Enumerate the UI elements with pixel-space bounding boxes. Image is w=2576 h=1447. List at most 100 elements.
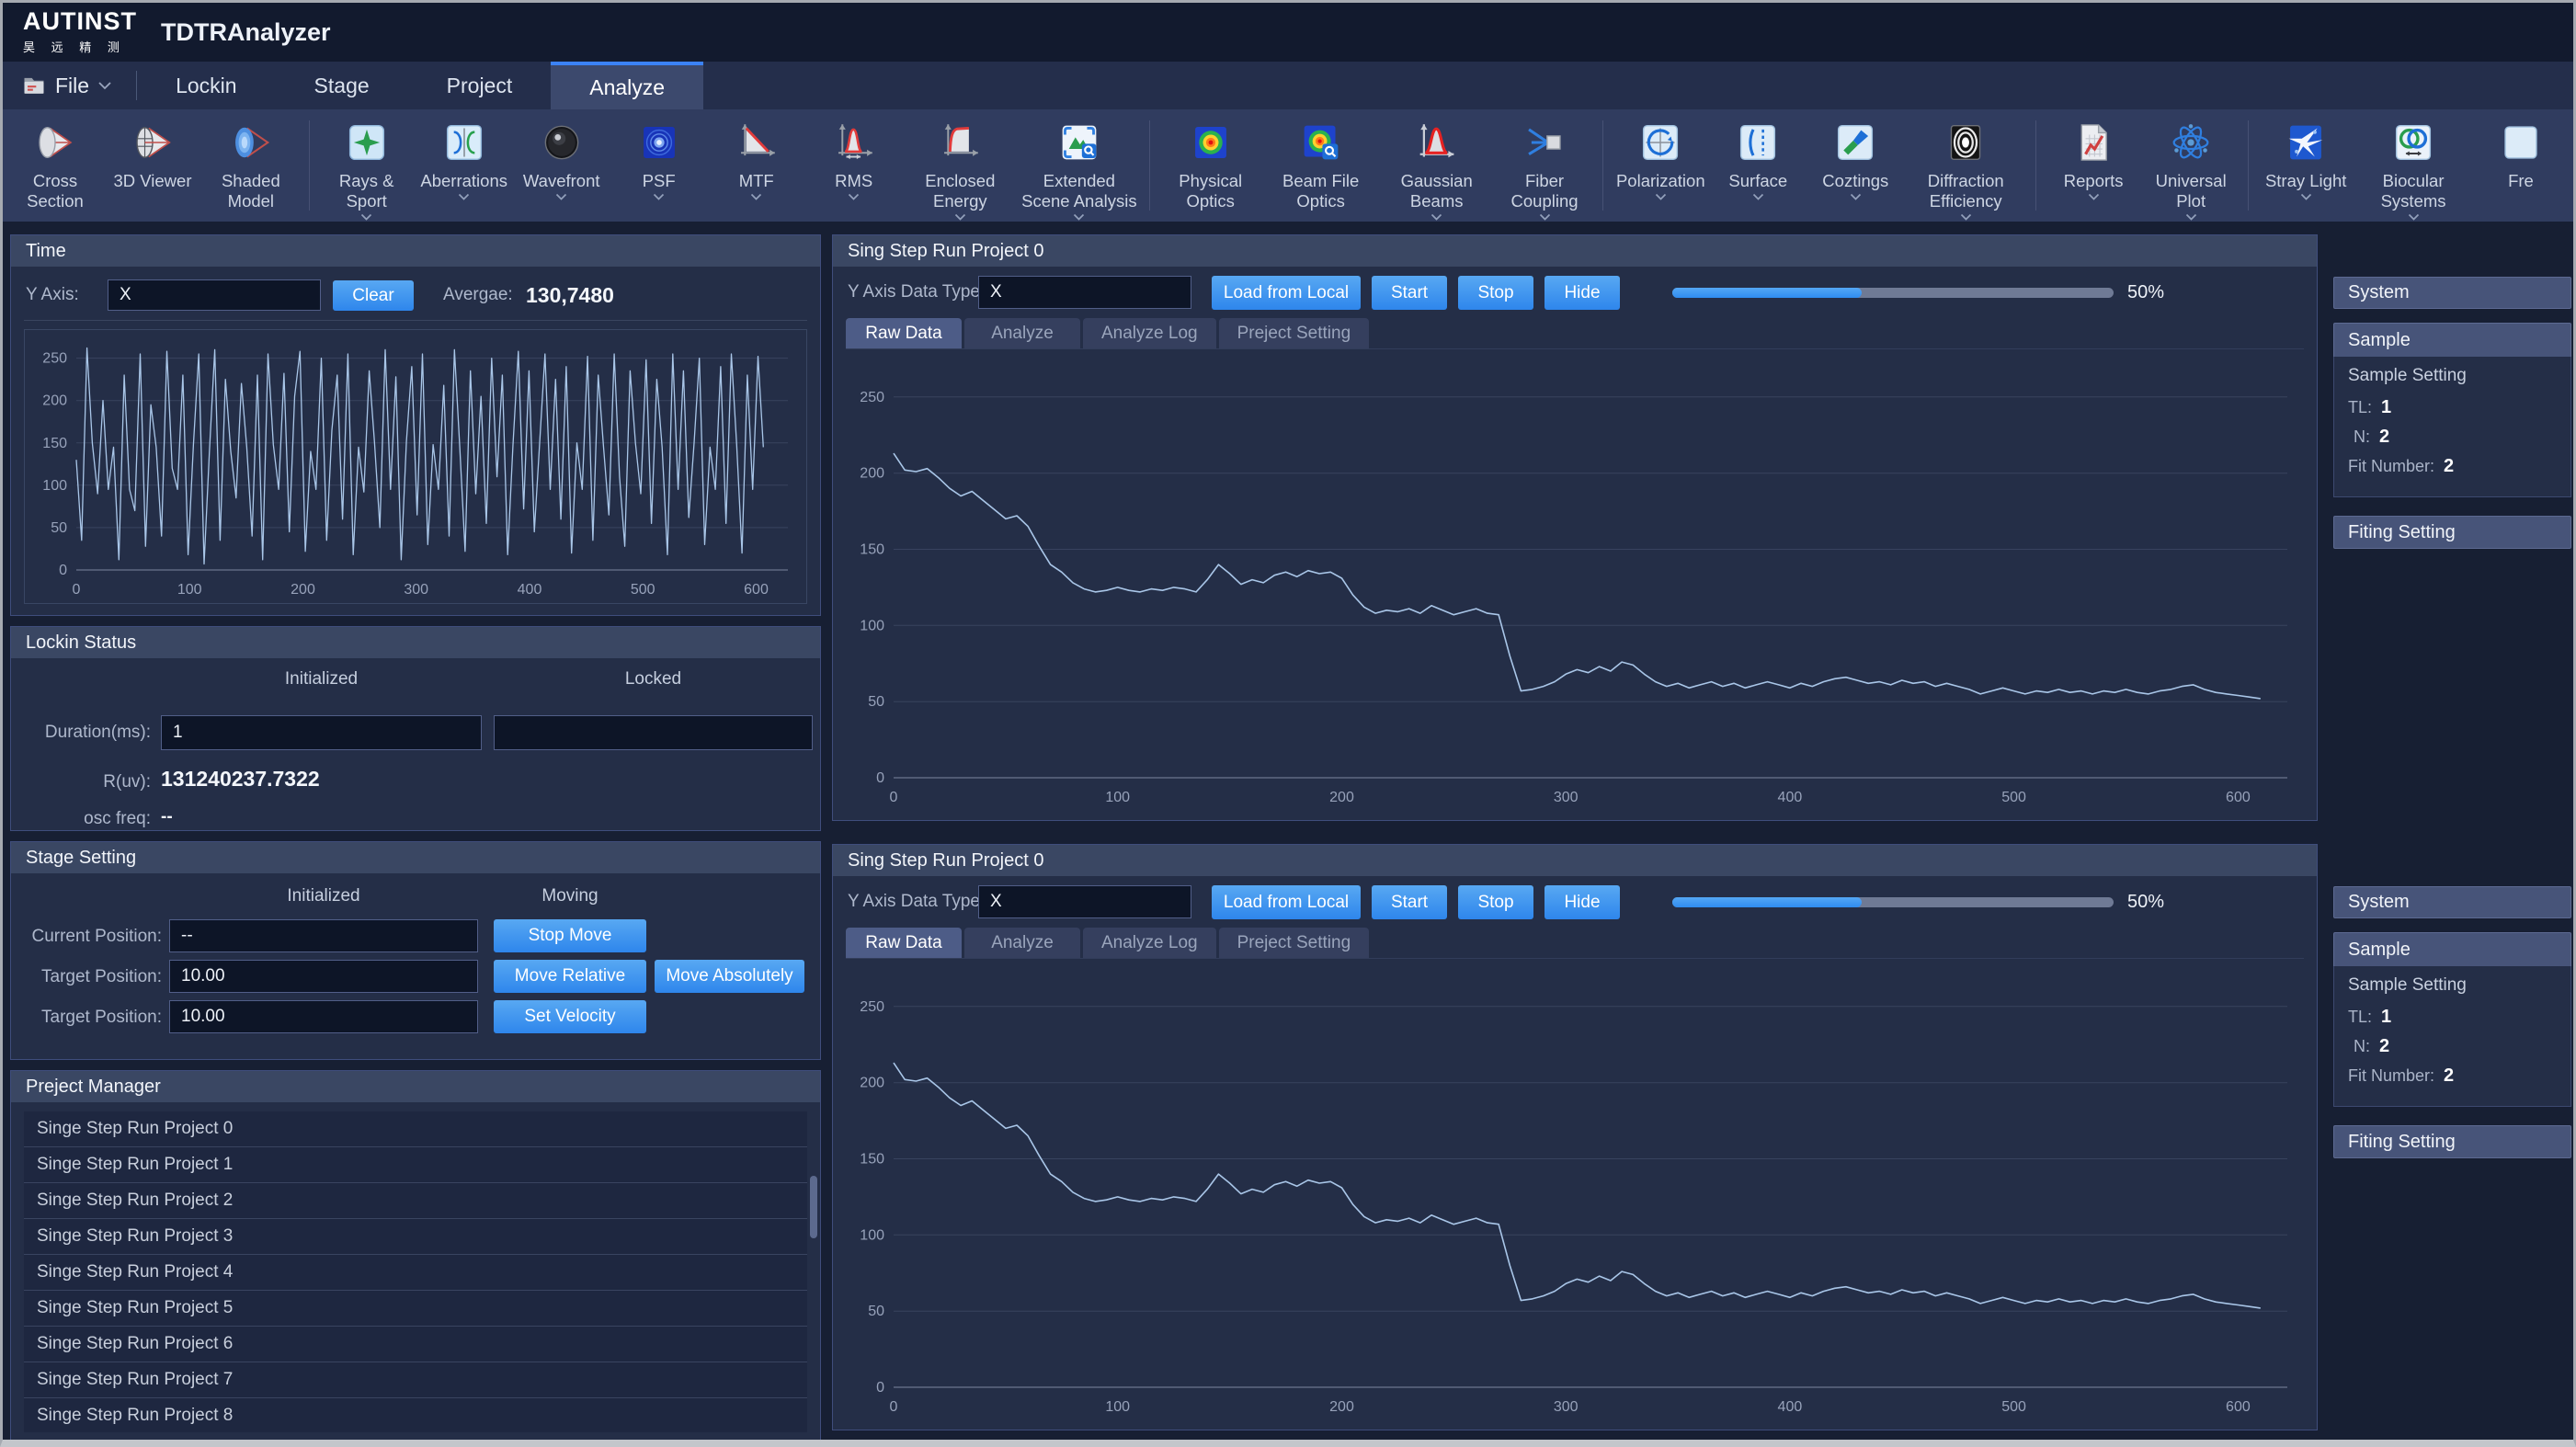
toolbar-item-polarization[interactable]: Polarization (1614, 119, 1706, 200)
load-from-local-button[interactable]: Load from Local (1212, 885, 1361, 919)
svg-text:200: 200 (42, 393, 67, 409)
tab-preject-setting[interactable]: Preject Setting (1219, 318, 1370, 348)
toolbar-item-fre[interactable]: Fre (2475, 119, 2567, 191)
sidebar-item-fiting-setting[interactable]: Fiting Setting (2333, 516, 2571, 549)
toolbar-item-surface[interactable]: Surface (1712, 119, 1804, 200)
toolbar-item-3d-viewer[interactable]: 3D Viewer (107, 119, 199, 191)
toolbar-item-aberrations[interactable]: Aberrations (418, 119, 510, 200)
svg-text:500: 500 (2001, 1399, 2026, 1415)
load-from-local-button[interactable]: Load from Local (1212, 276, 1361, 310)
sidebar-item-fiting-setting[interactable]: Fiting Setting (2333, 1125, 2571, 1158)
svg-text:250: 250 (860, 390, 884, 405)
sidebar-item-system[interactable]: System (2333, 886, 2571, 918)
current-position-input[interactable] (169, 919, 478, 952)
toolbar-item-physical-optics[interactable]: Physical Optics (1161, 119, 1260, 211)
target-position-input-2[interactable] (169, 1000, 478, 1033)
progress-bar[interactable] (1672, 897, 2114, 907)
move-relative-button[interactable]: Move Relative (494, 960, 646, 993)
sidebar-item-sample[interactable]: Sample (2333, 932, 2571, 966)
toolbar-item-psf[interactable]: PSF (613, 119, 705, 200)
tab-analyze-log[interactable]: Analyze Log (1083, 928, 1216, 958)
toolbar-item-beam-file[interactable]: Beam File Optics (1266, 119, 1376, 211)
hide-button[interactable]: Hide (1544, 276, 1620, 310)
y-axis-input[interactable] (108, 279, 321, 311)
toolbar-separator (1602, 120, 1603, 211)
toolbar-item-universal-plot[interactable]: Universal Plot (2145, 119, 2237, 221)
progress-bar[interactable] (1672, 288, 2114, 298)
hide-button[interactable]: Hide (1544, 885, 1620, 919)
project-tabs: Raw DataAnalyzeAnalyze LogPreject Settin… (846, 318, 2304, 349)
tab-raw-data[interactable]: Raw Data (846, 318, 962, 348)
toolbar-item-rms[interactable]: RMS (808, 119, 900, 200)
svg-text:300: 300 (1554, 790, 1579, 805)
toolbar-item-rays-sport[interactable]: Rays & Sport (321, 119, 413, 221)
list-item[interactable]: Singe Step Run Project 5 (24, 1291, 807, 1327)
target-position-input-1[interactable] (169, 960, 478, 993)
tab-analyze-log[interactable]: Analyze Log (1083, 318, 1216, 348)
list-item[interactable]: Singe Step Run Project 7 (24, 1362, 807, 1398)
toolbar-item-coztings[interactable]: Coztings (1809, 119, 1901, 200)
duration-label: Duration(ms): (11, 723, 151, 743)
diffraction-icon (1943, 119, 1988, 166)
enclosed-energy-icon (938, 119, 982, 166)
clear-button[interactable]: Clear (333, 280, 414, 311)
list-item[interactable]: Singe Step Run Project 6 (24, 1327, 807, 1362)
y-axis-data-type-input[interactable] (978, 885, 1191, 918)
y-axis-data-type-input[interactable] (978, 276, 1191, 309)
n-value: 2 (2379, 427, 2389, 447)
toolbar-item-shaded-model[interactable]: Shaded Model (204, 119, 298, 211)
ruv-value: 131240237.7322 (161, 767, 320, 792)
list-item[interactable]: Singe Step Run Project 4 (24, 1255, 807, 1291)
toolbar-item-reports[interactable]: Reports (2047, 119, 2139, 200)
list-item[interactable]: Singe Step Run Project 0 (24, 1111, 807, 1147)
sidebar-item-system[interactable]: System (2333, 277, 2571, 309)
svg-text:50: 50 (868, 694, 884, 710)
polarization-icon (1638, 119, 1682, 166)
scrollbar-thumb[interactable] (810, 1176, 817, 1238)
toolbar-item-diffraction[interactable]: Diffraction Efficiency (1907, 119, 2024, 221)
chevron-down-icon (97, 81, 112, 90)
start-button[interactable]: Start (1372, 276, 1447, 310)
list-item[interactable]: Singe Step Run Project 3 (24, 1219, 807, 1255)
move-absolutely-button[interactable]: Move Absolutely (655, 960, 804, 993)
tab-analyze[interactable]: Analyze (964, 928, 1080, 958)
toolbar-item-extended-scene[interactable]: Extended Scene Analysis (1020, 119, 1138, 221)
stop-move-button[interactable]: Stop Move (494, 919, 646, 952)
menu-lockin[interactable]: Lockin (137, 62, 275, 109)
toolbar-item-label: Wavefront (523, 171, 600, 191)
toolbar-item-stray-light[interactable]: Stray Light (2260, 119, 2352, 200)
col-locked: Locked (494, 669, 813, 689)
menu-analyze[interactable]: Analyze (551, 62, 703, 109)
tab-analyze[interactable]: Analyze (964, 318, 1080, 348)
tab-raw-data[interactable]: Raw Data (846, 928, 962, 958)
toolbar-item-biocular[interactable]: Biocular Systems (2357, 119, 2469, 221)
sidebar-item-sample[interactable]: Sample (2333, 323, 2571, 357)
toolbar-item-gaussian-beams[interactable]: Gaussian Beams (1382, 119, 1492, 221)
project-panel: Sing Step Run Project 0 Y Axis Data Type… (832, 844, 2318, 1430)
chevron-down-icon (555, 193, 567, 200)
toolbar-item-label: Fre (2508, 171, 2534, 191)
menu-project[interactable]: Project (408, 62, 552, 109)
tab-preject-setting[interactable]: Preject Setting (1219, 928, 1370, 958)
stop-button[interactable]: Stop (1458, 276, 1533, 310)
toolbar-item-enclosed-energy[interactable]: Enclosed Energy (906, 119, 1015, 221)
menu-file[interactable]: File (3, 62, 136, 109)
menu-stage[interactable]: Stage (276, 62, 408, 109)
list-item[interactable]: Singe Step Run Project 1 (24, 1147, 807, 1183)
reports-icon (2071, 119, 2115, 166)
stop-button[interactable]: Stop (1458, 885, 1533, 919)
list-item[interactable]: Singe Step Run Project 8 (24, 1398, 807, 1432)
duration-locked-input[interactable] (494, 715, 813, 750)
toolbar-item-wavefront[interactable]: Wavefront (516, 119, 608, 200)
chevron-down-icon (1850, 193, 1862, 200)
target-position-label-2: Target Position: (11, 1008, 162, 1028)
list-item[interactable]: Singe Step Run Project 2 (24, 1183, 807, 1219)
toolbar-item-fiber-coupling[interactable]: Fiber Coupling (1498, 119, 1592, 221)
toolbar-item-mtf[interactable]: MTF (711, 119, 803, 200)
start-button[interactable]: Start (1372, 885, 1447, 919)
set-velocity-button[interactable]: Set Velocity (494, 1000, 646, 1033)
toolbar-item-label: Reports (2064, 171, 2124, 191)
duration-initialized-input[interactable] (161, 715, 482, 750)
toolbar-item-cross-section[interactable]: Cross Section (9, 119, 101, 211)
toolbar-item-label: Universal Plot (2145, 171, 2237, 211)
